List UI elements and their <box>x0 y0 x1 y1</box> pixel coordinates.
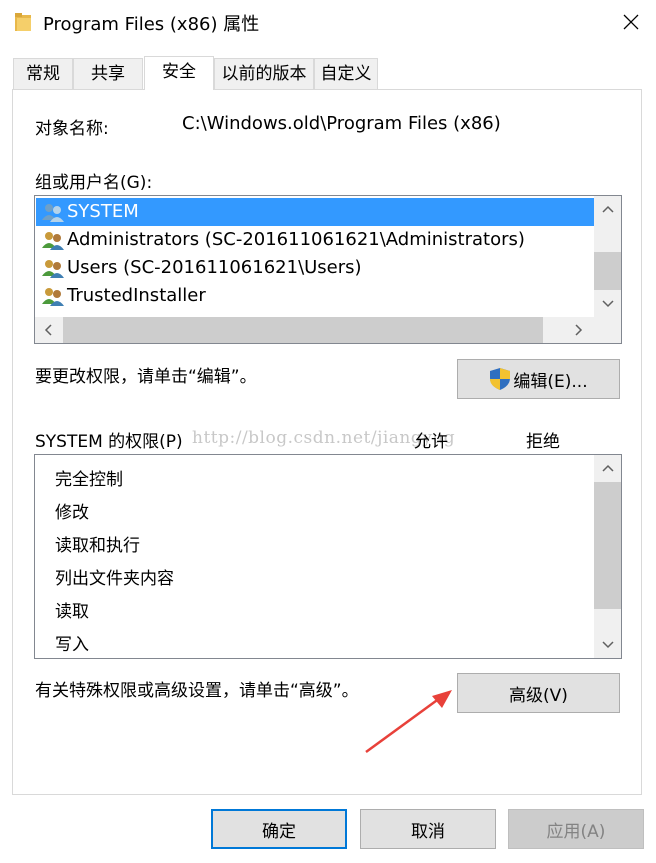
tab-previous-versions[interactable]: 以前的版本 <box>214 58 314 89</box>
ok-button-label: 确定 <box>262 821 296 842</box>
list-item-label: Users (SC-201611061621\Users) <box>67 257 362 278</box>
chevron-left-icon <box>44 324 52 336</box>
edit-button[interactable]: 编辑(E)... <box>457 359 620 399</box>
groups-listbox[interactable]: SYSTEM Administrators (SC-201611061621\A… <box>34 195 622 344</box>
permission-modify: 修改 <box>55 503 89 523</box>
scroll-thumb[interactable] <box>594 482 621 609</box>
permission-write: 写入 <box>55 635 89 655</box>
list-item-system[interactable]: SYSTEM <box>36 198 594 226</box>
chevron-right-icon <box>575 324 583 336</box>
permission-full-control: 完全控制 <box>55 470 123 490</box>
permission-list-folder: 列出文件夹内容 <box>55 569 174 589</box>
window-title: Program Files (x86) 属性 <box>43 14 260 35</box>
edit-button-label: 编辑(E)... <box>513 371 588 392</box>
apply-button[interactable]: 应用(A) <box>508 809 644 849</box>
tab-sharing[interactable]: 共享 <box>73 58 143 89</box>
advanced-hint: 有关特殊权限或高级设置，请单击“高级”。 <box>35 681 359 701</box>
tab-general[interactable]: 常规 <box>13 58 73 89</box>
scrollbar-corner <box>594 317 621 343</box>
permissions-vertical-scrollbar[interactable] <box>594 455 621 658</box>
scroll-thumb[interactable] <box>63 317 543 343</box>
list-item-trustedinstaller[interactable]: TrustedInstaller <box>36 282 206 310</box>
chevron-up-icon <box>601 464 614 472</box>
groups-label: 组或用户名(G): <box>35 173 153 193</box>
ok-button[interactable]: 确定 <box>211 809 347 849</box>
list-item-label: Administrators (SC-201611061621\Administ… <box>67 229 525 250</box>
groups-horizontal-scrollbar[interactable] <box>35 317 594 343</box>
list-item-label: SYSTEM <box>67 201 139 222</box>
scroll-left-button[interactable] <box>35 317 61 343</box>
chevron-up-icon <box>601 205 614 213</box>
scroll-thumb[interactable] <box>594 252 621 290</box>
scroll-down-button[interactable] <box>594 291 621 317</box>
groups-vertical-scrollbar[interactable] <box>594 196 621 317</box>
folder-icon <box>15 13 31 31</box>
scroll-up-button[interactable] <box>594 196 621 222</box>
close-button[interactable] <box>606 0 656 44</box>
annotation-arrow-icon <box>365 690 452 754</box>
object-name-label: 对象名称: <box>35 119 109 139</box>
tab-security[interactable]: 安全 <box>144 56 214 90</box>
cancel-button-label: 取消 <box>411 821 445 842</box>
deny-column-header: 拒绝 <box>526 432 560 452</box>
list-item-users[interactable]: Users (SC-201611061621\Users) <box>36 254 362 282</box>
edit-hint: 要更改权限，请单击“编辑”。 <box>35 367 257 387</box>
allow-column-header: 允许 <box>414 432 448 452</box>
scroll-right-button[interactable] <box>566 317 592 343</box>
advanced-button[interactable]: 高级(V) <box>457 673 620 713</box>
scroll-down-button[interactable] <box>594 632 621 658</box>
permission-read-execute: 读取和执行 <box>55 536 140 556</box>
permissions-listbox[interactable]: 完全控制 修改 读取和执行 列出文件夹内容 读取 写入 <box>34 454 622 659</box>
apply-button-label: 应用(A) <box>546 821 606 842</box>
list-item-administrators[interactable]: Administrators (SC-201611061621\Administ… <box>36 226 525 254</box>
users-icon <box>42 204 64 222</box>
advanced-button-label: 高级(V) <box>509 685 568 706</box>
permissions-label: SYSTEM 的权限(P) <box>35 432 183 452</box>
users-icon <box>42 288 64 306</box>
tab-customize[interactable]: 自定义 <box>314 58 378 89</box>
close-icon <box>623 14 639 30</box>
title-bar: Program Files (x86) 属性 <box>0 0 656 44</box>
users-icon <box>42 260 64 278</box>
cancel-button[interactable]: 取消 <box>360 809 496 849</box>
shield-icon <box>490 368 511 390</box>
object-name-value: C:\Windows.old\Program Files (x86) <box>182 113 501 134</box>
scroll-up-button[interactable] <box>594 455 621 481</box>
users-icon <box>42 232 64 250</box>
chevron-down-icon <box>601 300 614 308</box>
permission-read: 读取 <box>55 602 89 622</box>
chevron-down-icon <box>601 641 614 649</box>
list-item-label: TrustedInstaller <box>67 285 206 306</box>
